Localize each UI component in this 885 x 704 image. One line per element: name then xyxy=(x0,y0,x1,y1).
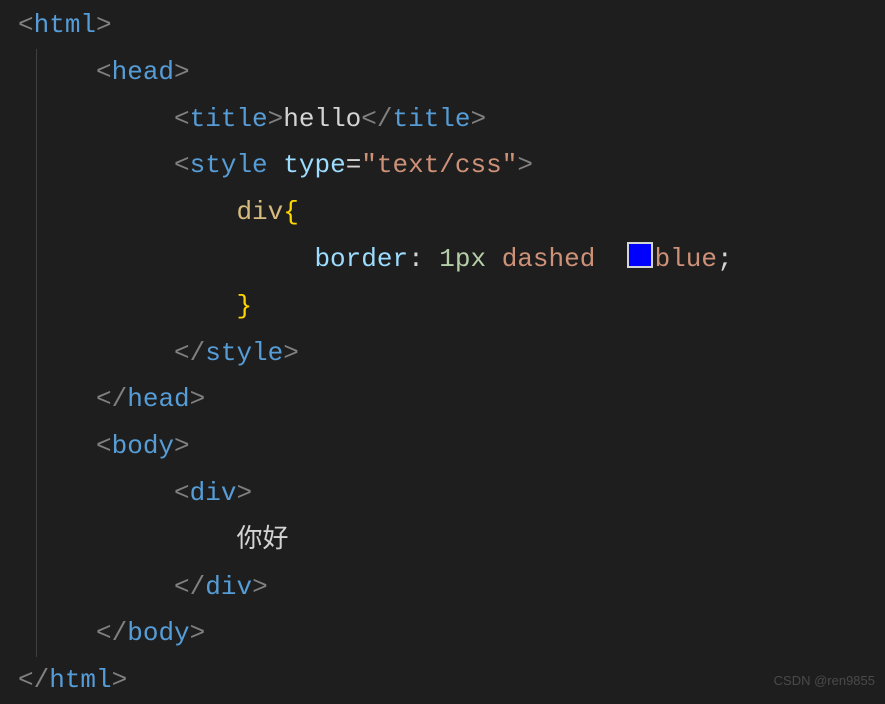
code-line: </div> xyxy=(18,564,885,611)
tag-title-close: title xyxy=(393,104,471,134)
tag-body-close: body xyxy=(127,618,189,648)
tag-body-open: body xyxy=(112,431,174,461)
code-line: div{ xyxy=(18,189,885,236)
tag-style-close: style xyxy=(205,338,283,368)
css-val-blue: blue xyxy=(655,244,717,274)
code-line: <head> xyxy=(18,49,885,96)
code-line: </html> xyxy=(18,657,885,704)
css-val-1px: 1px xyxy=(439,244,486,274)
code-line: </head> xyxy=(18,376,885,423)
code-line: 你好 xyxy=(18,517,885,564)
tag-title-open: title xyxy=(190,104,268,134)
css-selector-div: div xyxy=(236,197,283,227)
tag-div-close: div xyxy=(205,572,252,602)
css-prop-border: border xyxy=(314,244,408,274)
code-line: <title>hello</title> xyxy=(18,96,885,143)
code-line: <div> xyxy=(18,470,885,517)
div-content-text: 你好 xyxy=(236,525,288,555)
code-line: </style> xyxy=(18,330,885,377)
tag-head: head xyxy=(112,57,174,87)
watermark: CSDN @ren9855 xyxy=(774,669,875,692)
tag-html-close: html xyxy=(49,665,111,695)
code-line: <html> xyxy=(18,2,885,49)
code-editor[interactable]: <html> <head> <title>hello</title> <styl… xyxy=(0,0,885,704)
css-val-dashed: dashed xyxy=(502,244,596,274)
code-line: </body> xyxy=(18,610,885,657)
color-swatch-icon xyxy=(627,242,653,268)
tag-style-open: style xyxy=(190,150,268,180)
code-line: <body> xyxy=(18,423,885,470)
attr-type: type xyxy=(283,150,345,180)
attr-type-value: "text/css" xyxy=(361,150,517,180)
title-text: hello xyxy=(283,104,361,134)
brace-close: } xyxy=(236,291,252,321)
tag-div-open: div xyxy=(190,478,237,508)
code-line: } xyxy=(18,283,885,330)
code-line: border: 1px dashed blue; xyxy=(18,236,885,283)
tag-head-close: head xyxy=(127,384,189,414)
brace-open: { xyxy=(283,197,299,227)
code-line: <style type="text/css"> xyxy=(18,142,885,189)
tag-html: html xyxy=(34,10,96,40)
